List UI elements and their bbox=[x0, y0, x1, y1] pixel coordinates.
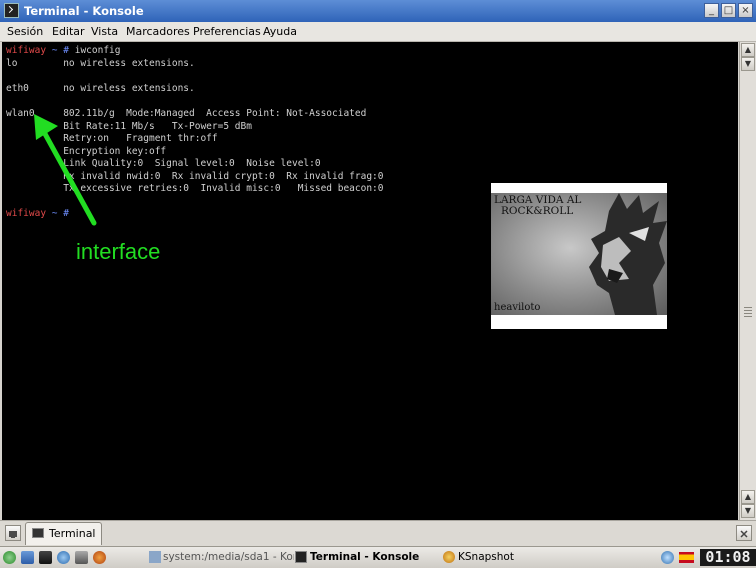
scroll-up-button[interactable]: ▲ bbox=[741, 43, 755, 57]
wallpaper-image: LARGA VIDA AL ROCK&ROLL heaviloto bbox=[491, 183, 667, 329]
task-konsole[interactable]: Terminal - Konsole bbox=[295, 548, 445, 566]
scroll-down-button[interactable]: ▼ bbox=[741, 57, 755, 71]
tab-terminal[interactable]: Terminal bbox=[25, 522, 102, 545]
window-titlebar[interactable]: Terminal - Konsole _ □ × bbox=[0, 0, 756, 22]
menu-editar[interactable]: Editar bbox=[52, 24, 85, 39]
terminal-output[interactable]: wifiway ~ # iwconfig lo no wireless exte… bbox=[2, 42, 738, 520]
clock[interactable]: 01:08 bbox=[700, 549, 756, 566]
task-ksnapshot[interactable]: KSnapshot bbox=[443, 548, 533, 566]
new-tab-icon bbox=[9, 531, 17, 538]
firefox-icon[interactable] bbox=[93, 551, 106, 564]
maximize-button[interactable]: □ bbox=[721, 3, 736, 18]
menu-marcadores[interactable]: Marcadores bbox=[126, 24, 190, 39]
task-konqueror[interactable]: system:/media/sda1 - Konq bbox=[149, 548, 294, 566]
prompt-path: ~ bbox=[51, 45, 58, 56]
terminal-launcher-icon[interactable] bbox=[39, 551, 52, 564]
wallpaper-text-bottom: heaviloto bbox=[494, 302, 541, 313]
prompt-symbol: # bbox=[63, 45, 69, 56]
scroll-up-button-bottom[interactable]: ▲ bbox=[741, 490, 755, 504]
terminal-icon bbox=[295, 551, 307, 563]
close-tab-icon bbox=[740, 530, 748, 538]
close-button[interactable]: × bbox=[738, 3, 753, 18]
terminal-line: lo no wireless extensions. bbox=[6, 58, 195, 69]
session-tab-bar: Terminal bbox=[0, 520, 756, 546]
home-folder-icon[interactable] bbox=[21, 551, 34, 564]
keyboard-layout-flag-icon[interactable] bbox=[679, 552, 694, 563]
prompt-host: wifiway bbox=[6, 45, 47, 56]
menu-preferencias[interactable]: Preferencias bbox=[193, 24, 261, 39]
annotation-label: interface bbox=[76, 239, 161, 264]
terminal-icon bbox=[32, 528, 44, 538]
settings-icon[interactable] bbox=[75, 551, 88, 564]
new-session-button[interactable] bbox=[5, 525, 21, 541]
konsole-app-icon[interactable] bbox=[4, 3, 19, 18]
menu-sesion[interactable]: Sesión bbox=[7, 24, 43, 39]
warrior-face-icon bbox=[589, 193, 667, 315]
vertical-scrollbar[interactable]: ▲ ▼ ▲ ▼ bbox=[739, 42, 756, 520]
scrollbar-grip[interactable] bbox=[742, 304, 754, 320]
tab-label: Terminal bbox=[49, 527, 96, 540]
task-label: Terminal - Konsole bbox=[310, 551, 420, 563]
menu-vista[interactable]: Vista bbox=[91, 24, 118, 39]
browser-icon[interactable] bbox=[57, 551, 70, 564]
kmenu-icon[interactable] bbox=[3, 551, 16, 564]
camera-icon bbox=[443, 551, 455, 563]
scroll-down-button-bottom[interactable]: ▼ bbox=[741, 504, 755, 518]
window-title: Terminal - Konsole bbox=[24, 4, 144, 18]
prompt-line: wifiway ~ # iwconfig bbox=[6, 45, 120, 57]
wallpaper-text-top-2: ROCK&ROLL bbox=[501, 205, 574, 217]
menu-ayuda[interactable]: Ayuda bbox=[263, 24, 297, 39]
menu-bar: Sesión Editar Vista Marcadores Preferenc… bbox=[0, 22, 756, 42]
close-session-button[interactable] bbox=[736, 525, 752, 541]
command-text: iwconfig bbox=[74, 45, 121, 56]
network-tray-icon[interactable] bbox=[661, 551, 674, 564]
task-label: KSnapshot bbox=[458, 551, 514, 563]
taskbar: system:/media/sda1 - Konq Terminal - Kon… bbox=[0, 546, 756, 568]
terminal-line: eth0 no wireless extensions. bbox=[6, 83, 195, 94]
task-label: system:/media/sda1 - Konq bbox=[163, 551, 294, 563]
folder-icon bbox=[149, 551, 161, 563]
minimize-button[interactable]: _ bbox=[704, 3, 719, 18]
annotation-arrow bbox=[34, 114, 97, 226]
